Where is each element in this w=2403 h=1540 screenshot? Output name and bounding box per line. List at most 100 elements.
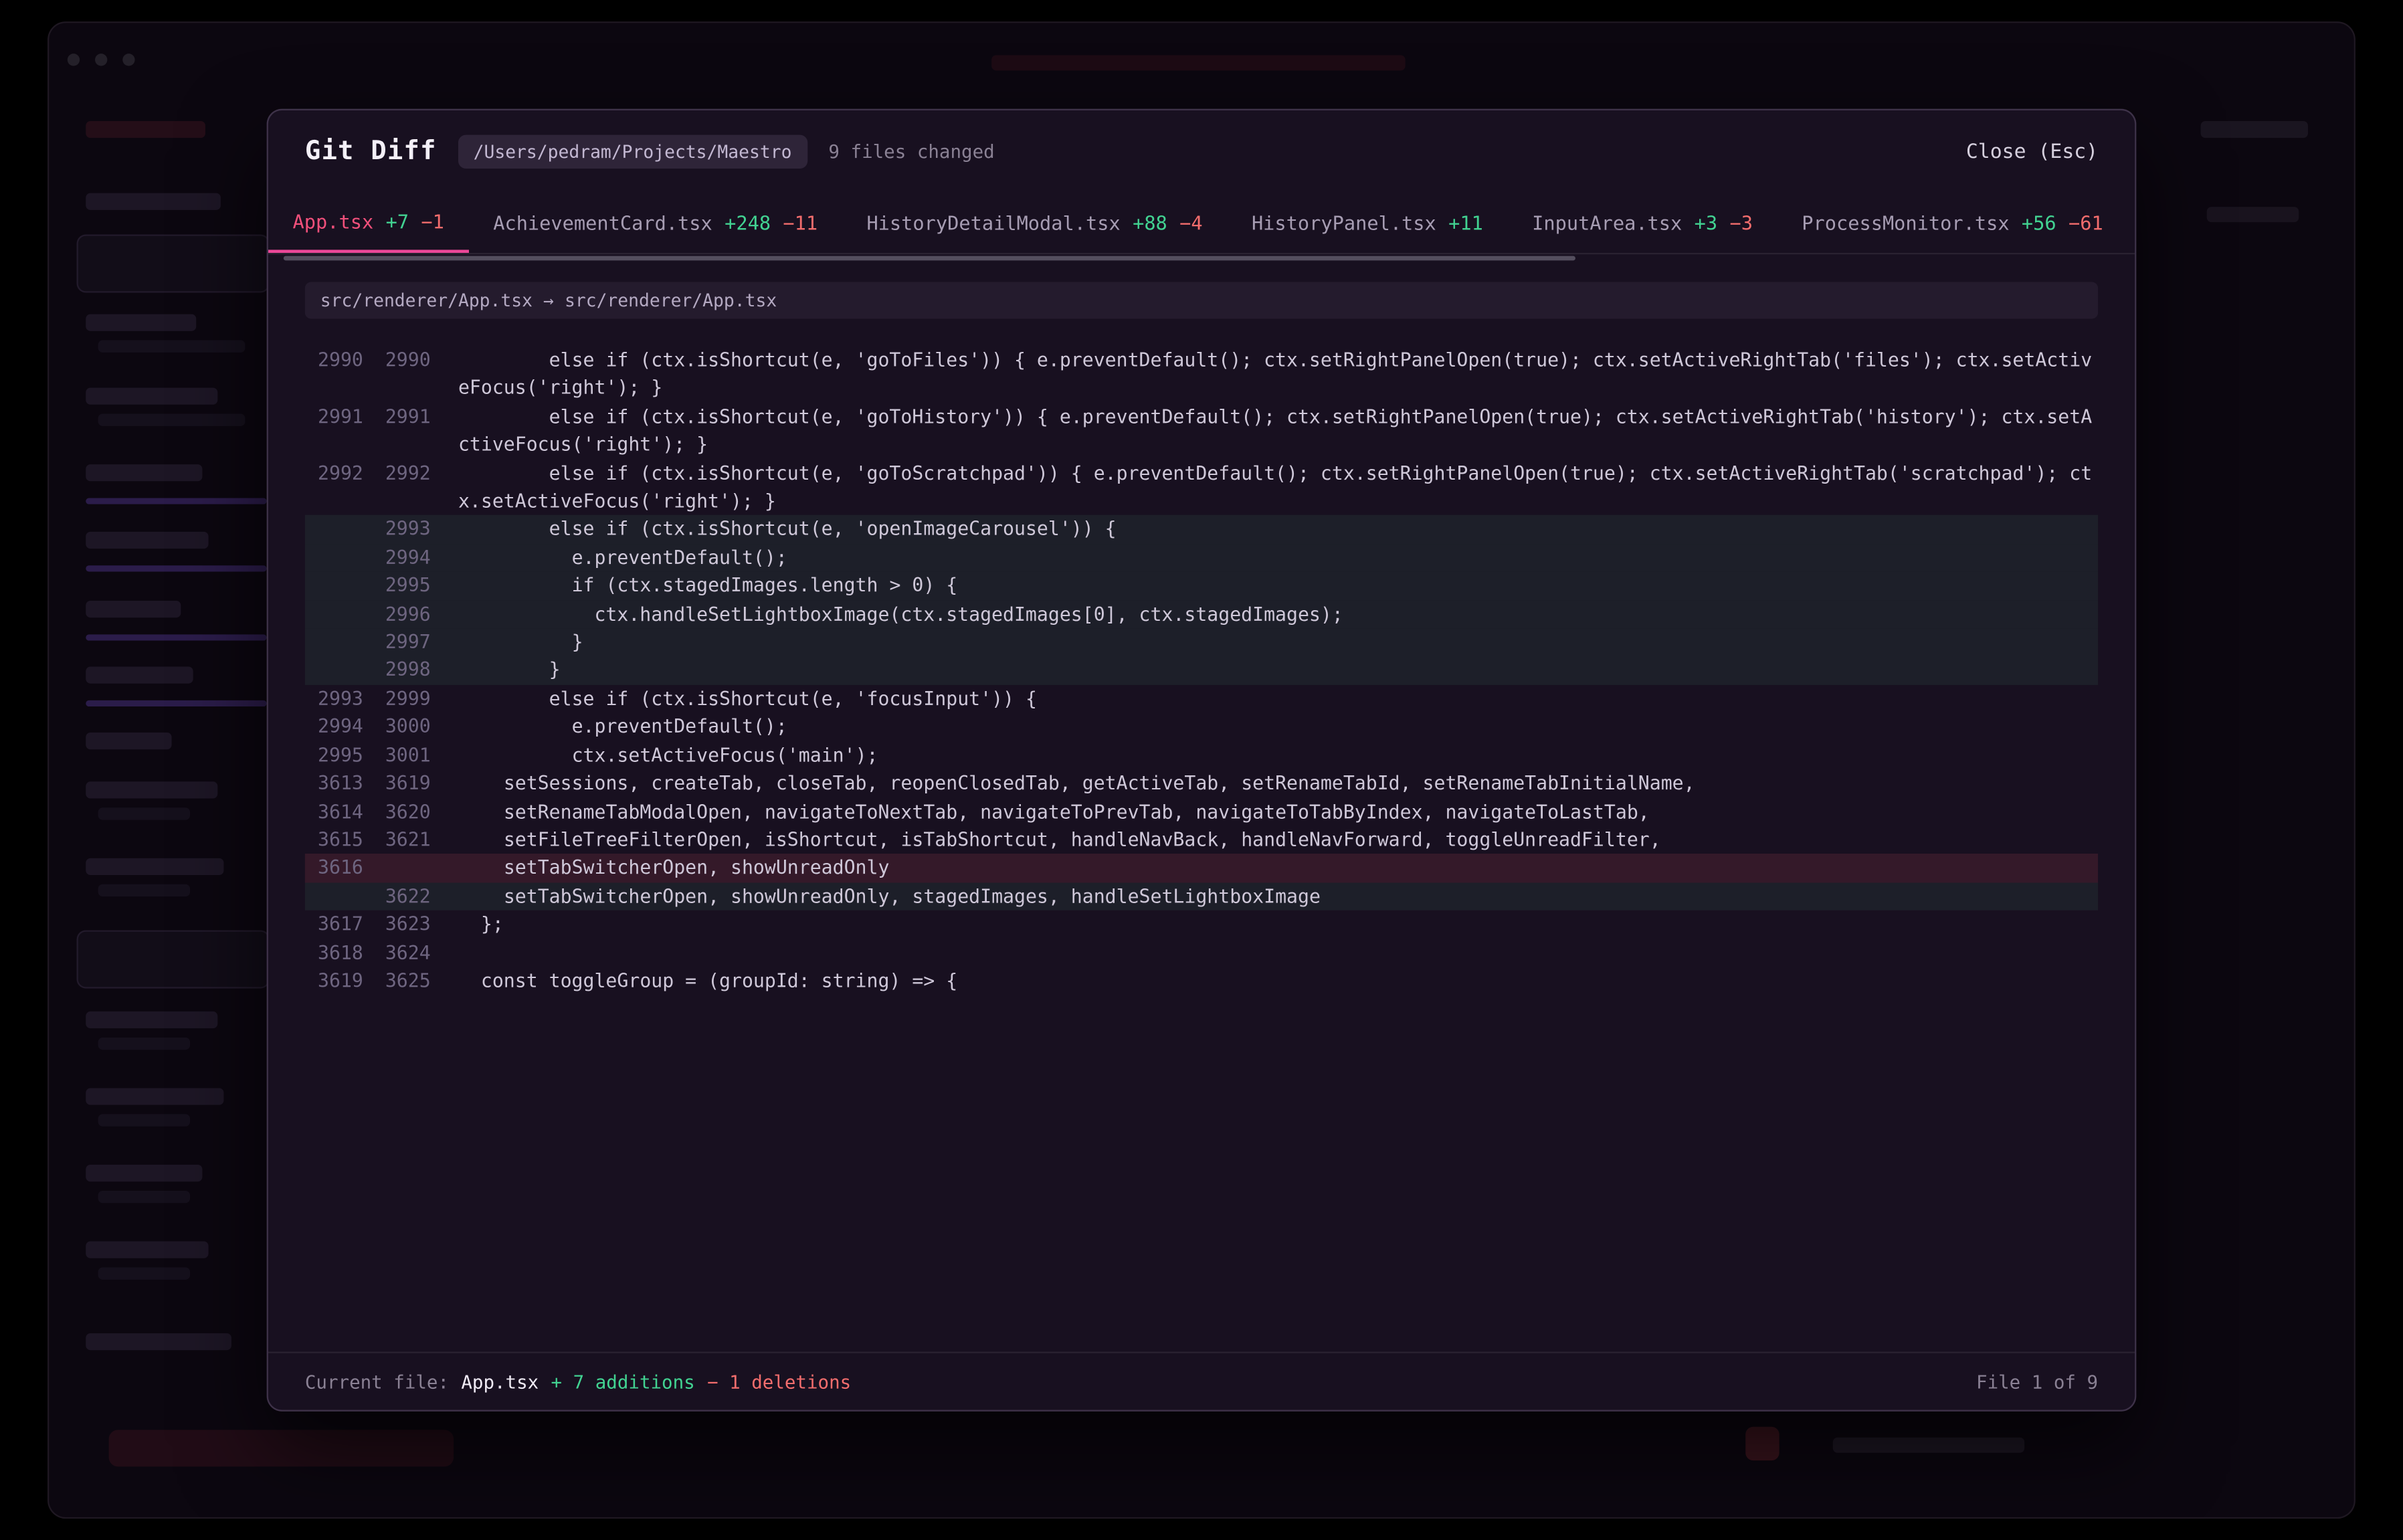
old-line-number: 3618: [305, 939, 363, 967]
diff-line: 36133619 setSessions, createTab, closeTa…: [305, 769, 2098, 797]
new-line-number: 3623: [373, 910, 431, 939]
file-tab-label: HistoryDetailModal.tsx: [866, 211, 1120, 234]
current-file-name: App.tsx: [461, 1371, 539, 1392]
file-tab-processmonitor-tsx[interactable]: ProcessMonitor.tsx +56 −61: [1777, 193, 2128, 253]
current-file-label: Current file:: [305, 1371, 449, 1392]
modal-title: Git Diff: [305, 136, 437, 167]
file-tab-achievementcard-tsx[interactable]: AchievementCard.tsx +248 −11: [469, 193, 842, 253]
code-text: [458, 939, 2098, 967]
old-line-number: 2991: [305, 403, 363, 431]
old-line-number: 2993: [305, 685, 363, 713]
additions-count: + 7 additions: [551, 1371, 695, 1392]
tab-additions: +88: [1133, 211, 1167, 234]
git-diff-modal: Git Diff /Users/pedram/Projects/Maestro …: [267, 109, 2137, 1412]
filepath-to: src/renderer/App.tsx: [565, 290, 777, 311]
file-tab-app-tsx[interactable]: App.tsx+7−1: [268, 193, 469, 253]
new-line-number: 3624: [373, 939, 431, 967]
new-line-number: 3622: [373, 882, 431, 910]
code-text: setTabSwitcherOpen, showUnreadOnly, stag…: [458, 882, 2098, 910]
new-line-number: 3000: [373, 713, 431, 741]
diff-line: 2990 2990 else if (ctx.isShortcut(e, 'goT…: [305, 347, 2098, 403]
diff-line: 2992 2992 else if (ctx.isShortcut(e, 'goT…: [305, 459, 2098, 515]
file-tab-label: ProcessMonitor.tsx: [1802, 211, 2009, 234]
tab-deletions: −3: [1729, 211, 1753, 234]
code-text: const toggleGroup = (groupId: string) =>…: [458, 967, 2098, 995]
old-line-number: 3614: [305, 797, 363, 826]
diff-lines: 2990 2990 else if (ctx.isShortcut(e, 'goT…: [305, 347, 2098, 995]
code-text: e.preventDefault();: [458, 713, 2098, 741]
diff-line: 36193625 const toggleGroup = (groupId: s…: [305, 967, 2098, 995]
diff-line: 3616 setTabSwitcherOpen, showUnreadOnly: [305, 854, 2098, 882]
diff-line: 3622 setTabSwitcherOpen, showUnreadOnly,…: [305, 882, 2098, 910]
tab-deletions: −61: [2069, 211, 2103, 234]
new-line-number: 3621: [373, 826, 431, 854]
code-text: }: [458, 657, 2098, 685]
code-text: if (ctx.stagedImages.length > 0) {: [458, 572, 2098, 600]
new-line-number: 2993: [373, 516, 431, 544]
file-tab-inputarea-tsx[interactable]: InputArea.tsx+3−3: [1508, 193, 1777, 253]
close-button[interactable]: Close (Esc): [1966, 140, 2098, 163]
code-text: setSessions, createTab, closeTab, reopen…: [458, 769, 2098, 797]
new-line-number: 2992: [373, 459, 431, 487]
diff-line: 2995 3001 ctx.setActiveFocus('main');: [305, 741, 2098, 769]
filepath-from: src/renderer/App.tsx: [320, 290, 533, 311]
new-line-number: 2996: [373, 600, 431, 628]
diff-line: 2993 else if (ctx.isShortcut(e, 'openIma…: [305, 516, 2098, 544]
old-line-number: 2990: [305, 347, 363, 375]
old-line-number: 2994: [305, 713, 363, 741]
modal-footer: Current file: App.tsx + 7 additions − 1 …: [268, 1351, 2135, 1410]
diff-line: 36153621 setFileTreeFilterOpen, isShortc…: [305, 826, 2098, 854]
file-position: File 1 of 9: [1976, 1371, 2098, 1392]
file-tab-label: App.tsx: [293, 210, 374, 233]
file-tab-label: HistoryPanel.tsx: [1252, 211, 1436, 234]
diff-line: 2993 2999 else if (ctx.isShortcut(e, 'foc…: [305, 685, 2098, 713]
old-line-number: 3613: [305, 769, 363, 797]
tab-deletions: −11: [783, 211, 818, 234]
diff-line: 2995 if (ctx.stagedImages.length > 0) {: [305, 572, 2098, 600]
old-line-number: 3615: [305, 826, 363, 854]
old-line-number: 3616: [305, 854, 363, 882]
diff-line: 2997 }: [305, 628, 2098, 656]
new-line-number: 2991: [373, 403, 431, 431]
diff-line: 3618 3624: [305, 939, 2098, 967]
code-text: else if (ctx.isShortcut(e, 'goToFiles'))…: [458, 347, 2098, 403]
diff-line: 3617 3623 };: [305, 910, 2098, 939]
code-text: ctx.handleSetLightboxImage(ctx.stagedIma…: [458, 600, 2098, 628]
tab-deletions: −4: [1179, 211, 1203, 234]
code-text: }: [458, 628, 2098, 656]
new-line-number: 2994: [373, 544, 431, 572]
file-tab-historydetailmodal-tsx[interactable]: HistoryDetailModal.tsx +88 −4: [842, 193, 1227, 253]
code-text: else if (ctx.isShortcut(e, 'focusInput')…: [458, 685, 2098, 713]
code-text: setRenameTabModalOpen, navigateToNextTab…: [458, 797, 2098, 826]
diff-content: src/renderer/App.tsx → src/renderer/App.…: [268, 256, 2135, 1352]
code-text: else if (ctx.isShortcut(e, 'goToScratchp…: [458, 459, 2098, 515]
old-line-number: 3617: [305, 910, 363, 939]
screen: Git Diff /Users/pedram/Projects/Maestro …: [0, 0, 2403, 1540]
app-window: Git Diff /Users/pedram/Projects/Maestro …: [47, 21, 2356, 1519]
files-changed-count: 9 files changed: [828, 141, 994, 163]
new-line-number: 2990: [373, 347, 431, 375]
new-line-number: 2999: [373, 685, 431, 713]
tab-additions: +248: [725, 211, 771, 234]
code-text: ctx.setActiveFocus('main');: [458, 741, 2098, 769]
new-line-number: 2995: [373, 572, 431, 600]
file-tab-stand[interactable]: Stand: [2127, 193, 2135, 253]
old-line-number: 2995: [305, 741, 363, 769]
tab-additions: +56: [2022, 211, 2056, 234]
code-text: };: [458, 910, 2098, 939]
new-line-number: 3001: [373, 741, 431, 769]
repo-path-badge: /Users/pedram/Projects/Maestro: [458, 135, 807, 169]
tab-additions: +11: [1448, 211, 1483, 234]
filepath-bar: src/renderer/App.tsx → src/renderer/App.…: [305, 282, 2098, 319]
code-text: else if (ctx.isShortcut(e, 'openImageCar…: [458, 516, 2098, 544]
new-line-number: 2997: [373, 628, 431, 656]
deletions-count: − 1 deletions: [707, 1371, 851, 1392]
old-line-number: 3619: [305, 967, 363, 995]
file-tab-label: AchievementCard.tsx: [493, 211, 712, 234]
diff-line: 36143620 setRenameTabModalOpen, navigate…: [305, 797, 2098, 826]
code-text: else if (ctx.isShortcut(e, 'goToHistory'…: [458, 403, 2098, 459]
old-line-number: 2992: [305, 459, 363, 487]
code-text: e.preventDefault();: [458, 544, 2098, 572]
file-tab-historypanel-tsx[interactable]: HistoryPanel.tsx +11: [1227, 193, 1507, 253]
modal-header: Git Diff /Users/pedram/Projects/Maestro …: [268, 110, 2135, 193]
